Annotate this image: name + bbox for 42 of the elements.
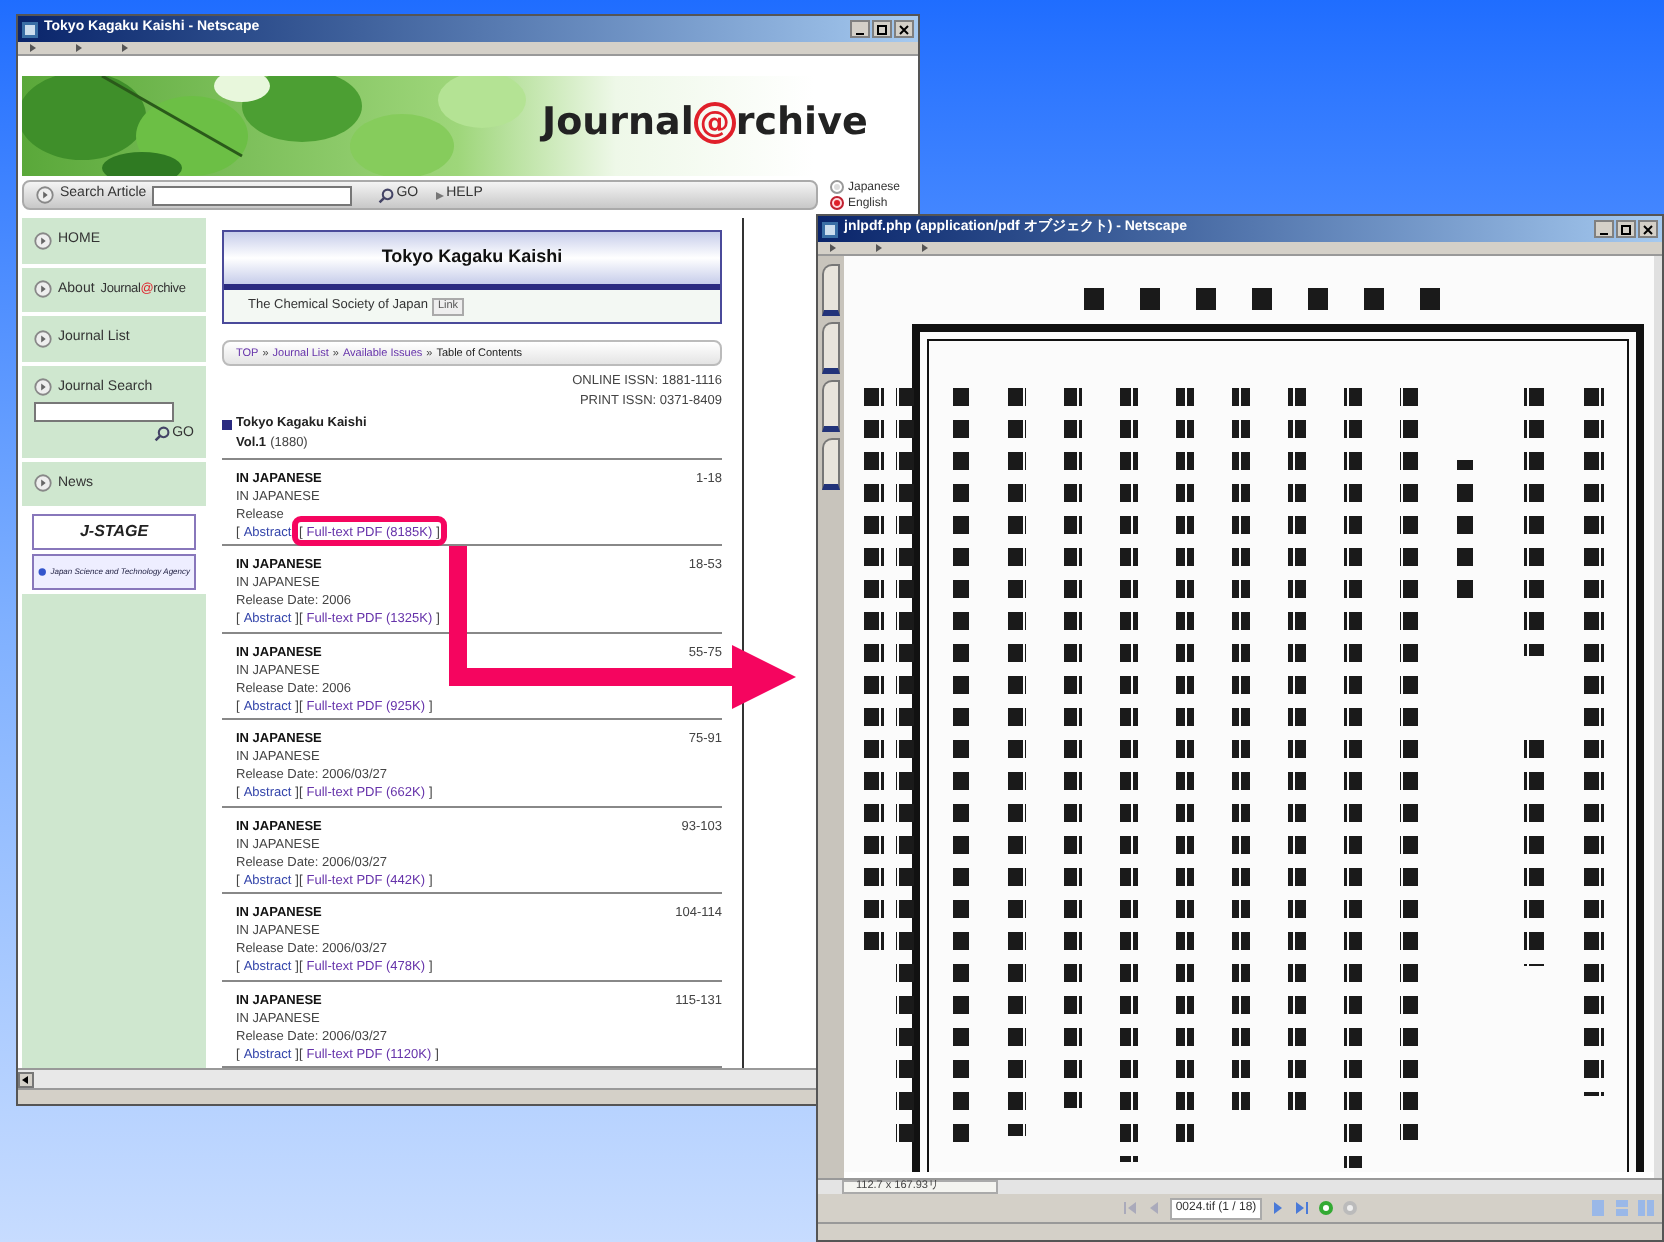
- close-button[interactable]: [894, 20, 914, 38]
- search-field[interactable]: [152, 185, 353, 205]
- toolbar-grip-icon[interactable]: [830, 244, 836, 252]
- side-tab[interactable]: [822, 380, 840, 432]
- side-tab[interactable]: [822, 438, 840, 490]
- arrow-circle-icon: [34, 329, 52, 348]
- side-tab[interactable]: [822, 264, 840, 316]
- toolbar-grip-icon[interactable]: [876, 244, 882, 252]
- maximize-icon: [874, 21, 890, 37]
- arrow-circle-icon: [34, 378, 52, 397]
- minimize-button[interactable]: [1594, 220, 1614, 238]
- toolbar-grip-icon[interactable]: [122, 44, 128, 52]
- toolbar-grip-icon[interactable]: [76, 44, 82, 52]
- app-icon: [822, 221, 838, 237]
- app-icon: [22, 21, 38, 37]
- square-bullet-icon: [222, 419, 232, 430]
- search-icon: [378, 187, 395, 203]
- search-icon: [154, 426, 171, 443]
- next-page-icon[interactable]: [1270, 1200, 1287, 1216]
- logo: Journal@rchive: [542, 102, 868, 144]
- radio-button[interactable]: [830, 196, 844, 210]
- toolbar-grip-icon[interactable]: [30, 44, 36, 52]
- maximize-button[interactable]: [872, 20, 892, 38]
- jstage-banner[interactable]: J-STAGE: [32, 514, 196, 550]
- minimize-button[interactable]: [850, 20, 870, 38]
- journal-search-field[interactable]: [34, 402, 174, 422]
- maximize-button[interactable]: [1616, 220, 1636, 238]
- maximize-icon: [1618, 221, 1634, 237]
- last-page-icon[interactable]: [1294, 1200, 1311, 1216]
- journal-title: Tokyo Kagaku Kaishi: [224, 232, 720, 284]
- go-icon[interactable]: [1318, 1200, 1335, 1216]
- arrow-circle-icon: [34, 280, 52, 299]
- side-tab[interactable]: [822, 322, 840, 374]
- arrow-circle-icon: [34, 474, 52, 493]
- bullet-icon: [436, 191, 445, 199]
- arrow-circle-icon: [36, 186, 54, 204]
- scroll-left-icon[interactable]: [22, 1075, 30, 1083]
- arrow-circle-icon: [34, 231, 52, 250]
- radio-button[interactable]: [830, 180, 844, 194]
- close-icon: [896, 21, 912, 37]
- close-icon: [1640, 221, 1656, 237]
- close-button[interactable]: [1638, 220, 1658, 238]
